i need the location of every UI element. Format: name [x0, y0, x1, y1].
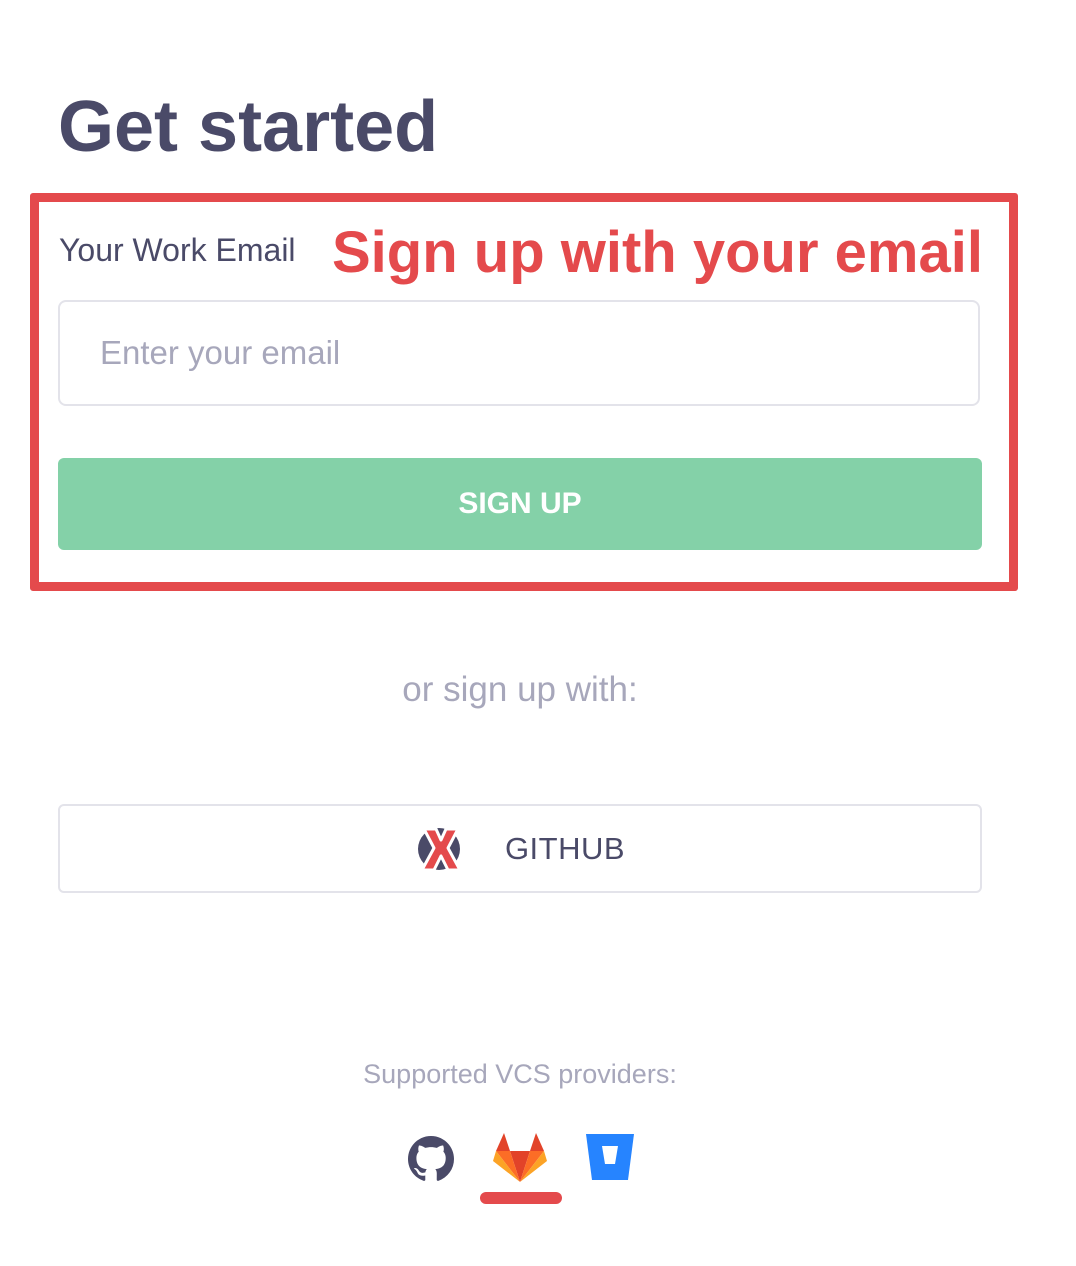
github-signup-button[interactable]: GITHUB: [58, 804, 982, 893]
signup-page: Get started Your Work Email Sign up with…: [0, 0, 1076, 1266]
sign-up-button[interactable]: SIGN UP: [58, 458, 982, 550]
or-sign-up-with-text: or sign up with:: [402, 670, 638, 709]
gitlab-icon[interactable]: [492, 1132, 548, 1184]
github-signup-button-content: GITHUB: [415, 823, 625, 875]
github-icon[interactable]: [408, 1136, 454, 1182]
email-field[interactable]: [58, 300, 980, 406]
gitlab-highlight-underline: [480, 1192, 562, 1204]
x-mark-icon: [417, 827, 462, 871]
page-title: Get started: [58, 87, 439, 167]
bitbucket-icon[interactable]: [584, 1132, 636, 1182]
github-button-label: GITHUB: [504, 830, 626, 866]
vcs-provider-icons: [400, 1130, 650, 1210]
supported-vcs-label: Supported VCS providers:: [363, 1059, 677, 1089]
email-field-label: Your Work Email: [59, 232, 296, 268]
annotation-text: Sign up with your email: [332, 220, 983, 285]
